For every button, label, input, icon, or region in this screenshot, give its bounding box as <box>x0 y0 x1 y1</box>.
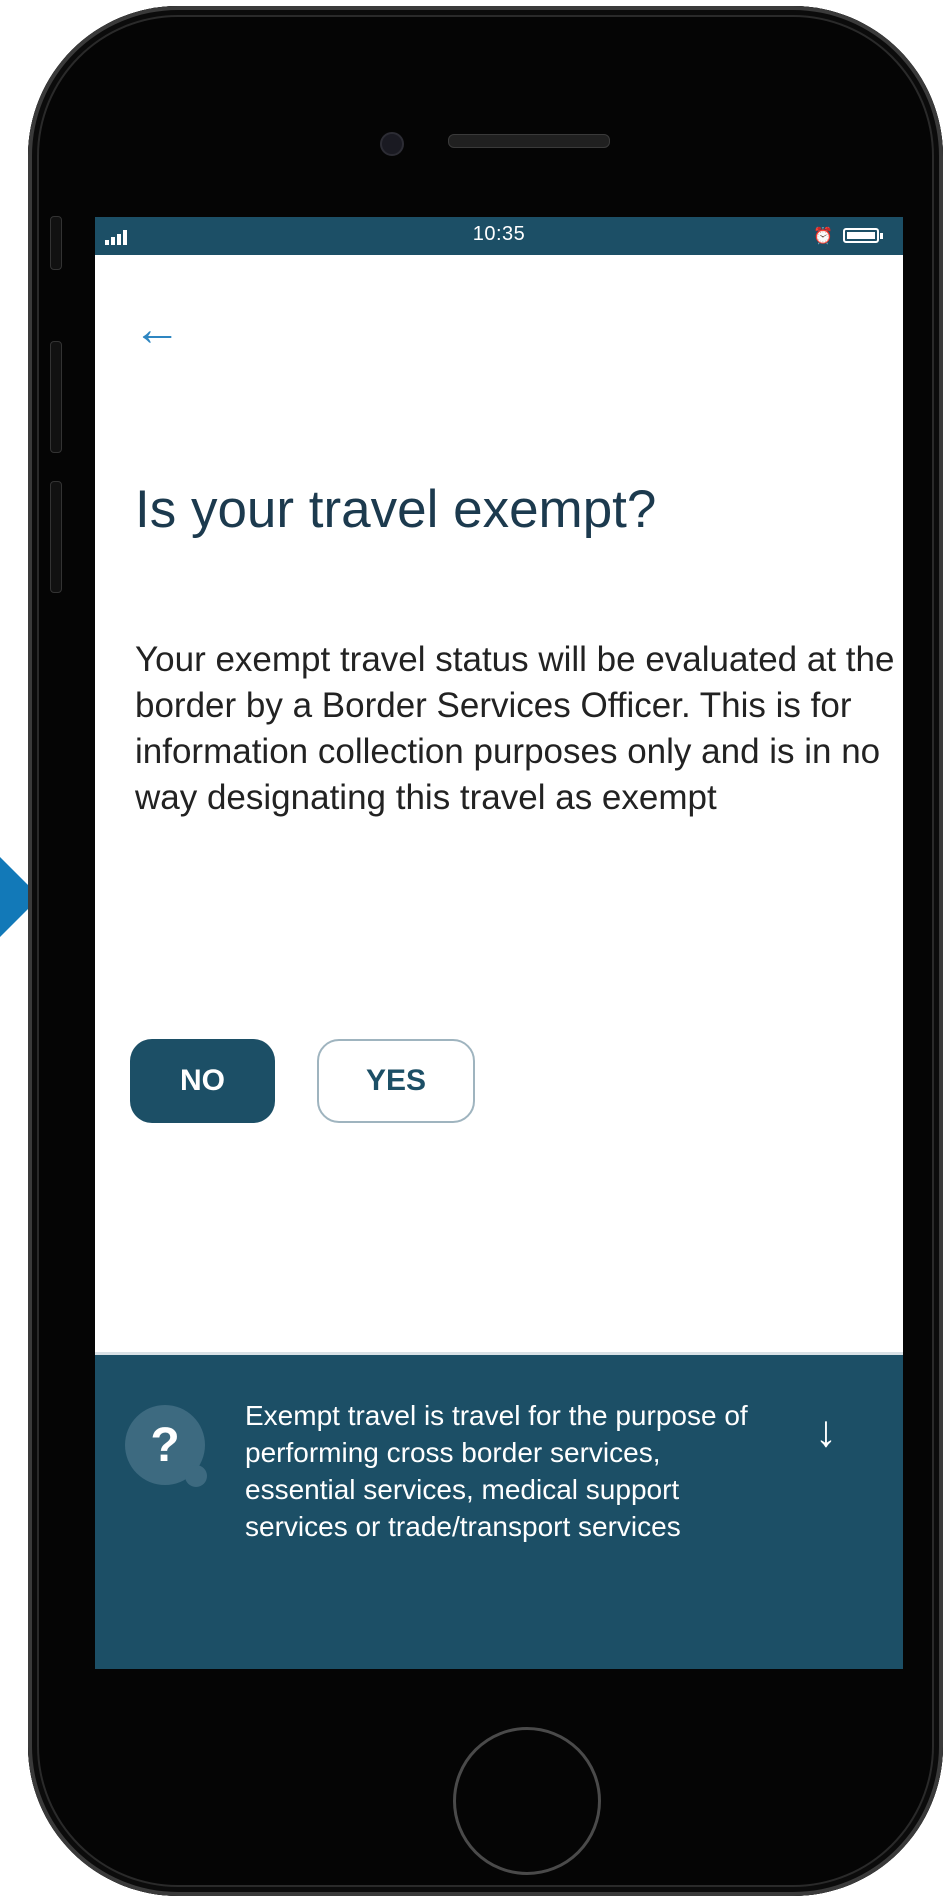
help-text: Exempt travel is travel for the purpose … <box>245 1400 748 1542</box>
help-question-icon: ? <box>125 1405 207 1487</box>
back-arrow-icon[interactable]: ← <box>133 306 189 357</box>
status-time: 10:35 <box>472 223 526 245</box>
page-title: Is your travel exempt? <box>135 480 657 539</box>
alarm-icon: ⏰ <box>813 228 833 245</box>
earpiece-speaker <box>448 134 610 148</box>
help-panel: ? Exempt travel is travel for the purpos… <box>95 1352 903 1669</box>
volume-down-button <box>50 481 62 593</box>
app-screen: 10:35 ⏰ ← Is your travel exempt? Your ex… <box>95 217 903 1669</box>
volume-up-button <box>50 341 62 453</box>
status-bar: 10:35 ⏰ <box>95 217 903 255</box>
home-button[interactable] <box>453 1727 601 1875</box>
battery-icon <box>843 228 883 243</box>
yes-button[interactable]: YES <box>317 1039 475 1123</box>
mute-switch <box>50 216 62 270</box>
front-camera <box>380 132 404 156</box>
no-button[interactable]: NO <box>130 1039 275 1123</box>
question-description: Your exempt travel status will be evalua… <box>135 640 895 817</box>
arrow-down-icon[interactable]: ↓ <box>815 1407 837 1457</box>
